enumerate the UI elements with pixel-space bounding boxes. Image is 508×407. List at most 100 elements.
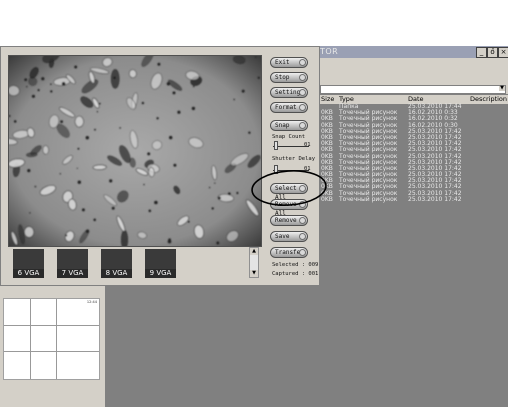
exit-button[interactable]: Exit (270, 57, 308, 68)
particle-dot (76, 167, 78, 169)
cell-shape (42, 145, 49, 155)
particle-dot (177, 110, 181, 114)
explorer-toolbar (312, 58, 508, 84)
particle-dot (241, 89, 245, 93)
empty-area (105, 286, 315, 407)
particle-dot (26, 86, 28, 88)
particle-dot (119, 127, 121, 129)
particle-dot (148, 209, 152, 213)
minimize-button[interactable]: _ (476, 47, 487, 58)
particle-dot (98, 102, 101, 105)
particle-dot (96, 111, 99, 113)
particle-dot (77, 147, 80, 150)
select-all-button[interactable]: Select All (270, 183, 308, 201)
chevron-down-icon[interactable]: ▼ (499, 86, 505, 91)
particle-dot (93, 218, 96, 222)
thumbnail-label: 9 VGA (145, 269, 176, 278)
thumbnail-image[interactable] (13, 249, 44, 269)
address-bar[interactable]: ▼ (312, 84, 508, 94)
shutter-delay-value: 01 (304, 166, 311, 172)
transfer-button[interactable]: Transfer (270, 247, 308, 258)
remove-all-button[interactable]: Remove All (270, 199, 308, 217)
explorer-title: TOR (320, 47, 339, 56)
file-row[interactable]: 0KB Точечный рисунок 25.03.2010 17:42 (312, 195, 508, 203)
particle-dot (233, 98, 235, 101)
stop-button[interactable]: Stop (270, 72, 308, 83)
file-date: 25.03.2010 17:42 (408, 195, 462, 203)
particle-dot (208, 186, 211, 189)
snap-count-handle[interactable] (274, 141, 278, 150)
file-list: Папка 25.03.2010 17:44 0KB Точечный рисунок… (312, 103, 508, 214)
particle-dot (37, 89, 40, 92)
format-button[interactable]: Format (270, 102, 308, 113)
column-size[interactable]: Size (321, 95, 334, 104)
scroll-down-icon[interactable]: ▼ (250, 270, 258, 277)
thumbnail-label: 7 VGA (57, 269, 88, 278)
particle-dot (143, 183, 145, 186)
particle-dot (187, 220, 190, 223)
particle-dot (77, 180, 82, 184)
file-size: 0KB (321, 195, 333, 203)
address-input[interactable] (320, 85, 506, 94)
particle-dot (60, 120, 63, 123)
particle-dot (31, 94, 35, 98)
thumbnail-label: 8 VGA (101, 269, 132, 278)
thumbnail-image[interactable] (145, 249, 176, 269)
column-description[interactable]: Description (470, 95, 507, 104)
particle-dot (169, 135, 173, 140)
particle-dot (141, 101, 145, 105)
particle-dot (257, 76, 260, 79)
maximize-button[interactable]: ő (487, 47, 498, 58)
cell-shape (120, 230, 129, 246)
particle-dot (172, 91, 176, 95)
particle-dot (81, 208, 85, 212)
particle-dot (154, 200, 158, 205)
cell-shape (74, 115, 84, 128)
thumbnail-label: 6 VGA (13, 269, 44, 278)
save-button[interactable]: Save (270, 231, 308, 242)
explorer-title-bar: TOR _ ő × (312, 46, 508, 58)
selected-count: Selected : 009 (272, 262, 319, 268)
particle-dot (248, 131, 251, 134)
thumbnail-strip: 6 VGA 7 VGA 8 VGA 9 VGA (8, 247, 248, 279)
close-button[interactable]: × (498, 47, 508, 58)
remove-button[interactable]: Remove (270, 215, 308, 226)
microscope-live-view (8, 55, 262, 247)
preview-grid: 12:44 (3, 298, 100, 380)
particle-dot (255, 56, 257, 58)
particle-dot (94, 128, 96, 131)
cell-shape (148, 167, 155, 178)
particle-dot (85, 229, 90, 233)
particle-dot (29, 212, 31, 214)
captured-count: Captured : 001 (272, 271, 319, 277)
particle-dot (236, 191, 239, 195)
setting-button[interactable]: Setting (270, 87, 308, 98)
scroll-up-icon[interactable]: ▲ (250, 248, 258, 255)
particle-dot (50, 90, 53, 93)
particle-dot (61, 81, 66, 86)
particle-dot (27, 169, 31, 173)
cell-shape (26, 152, 38, 158)
particle-dot (218, 196, 221, 200)
particle-dot (192, 85, 195, 88)
particle-dot (216, 241, 220, 245)
shutter-delay-label: Shutter Delay (272, 156, 316, 162)
particle-dot (34, 185, 37, 188)
snap-count-value: 01 (304, 142, 311, 148)
particle-dot (111, 206, 115, 210)
particle-dot (13, 120, 17, 123)
particle-dot (147, 152, 151, 156)
thumbnail-image[interactable] (57, 249, 88, 269)
shutter-delay-handle[interactable] (274, 165, 278, 174)
particle-dot (211, 207, 214, 210)
snap-button[interactable]: Snap (270, 120, 308, 131)
particle-dot (156, 117, 159, 120)
file-type: Точечный рисунок (339, 195, 398, 203)
particle-dot (191, 106, 196, 111)
thumbnail-scrollbar[interactable]: ▲ ▼ (249, 247, 259, 278)
particle-dot (173, 163, 177, 167)
particle-dot (113, 76, 116, 80)
thumbnail-image[interactable] (101, 249, 132, 269)
particle-dot (41, 77, 45, 81)
particle-dot (59, 173, 61, 175)
